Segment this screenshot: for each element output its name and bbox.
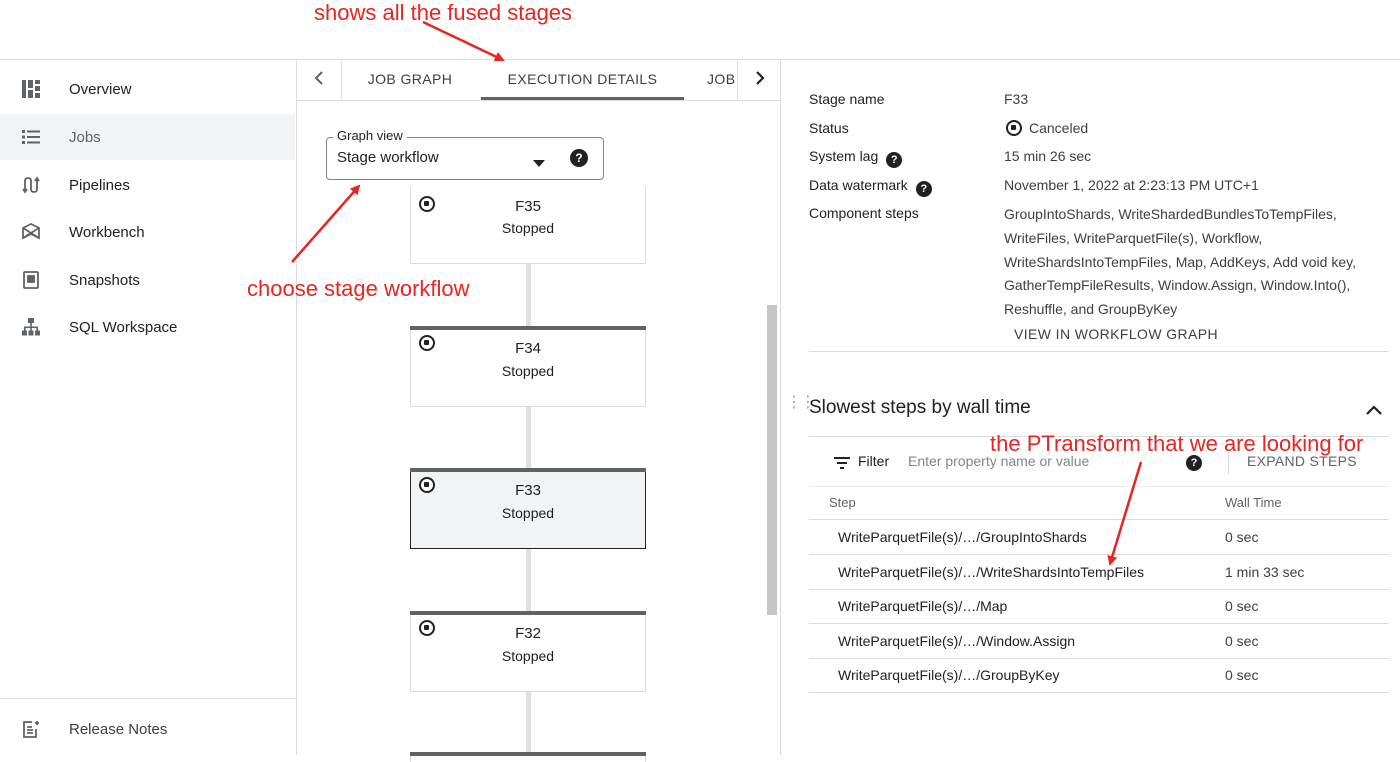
- annotation-arrows: [291, 20, 1143, 566]
